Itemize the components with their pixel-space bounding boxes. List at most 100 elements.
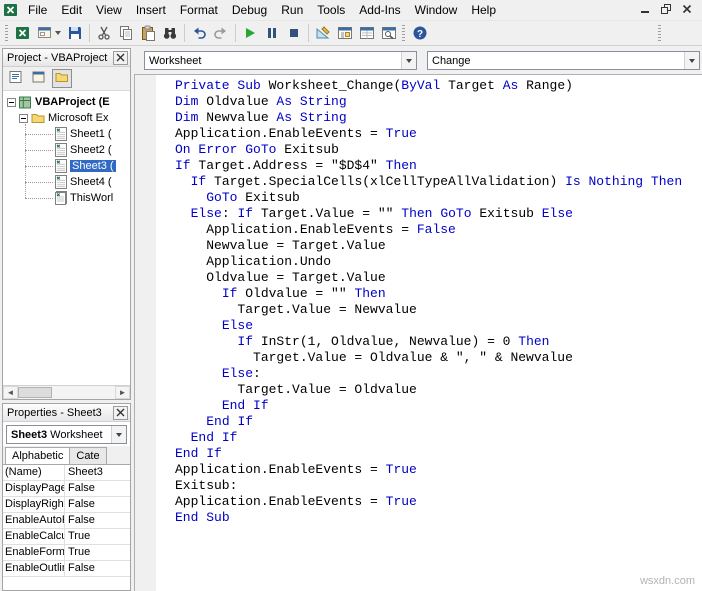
restore-button[interactable]	[660, 3, 672, 16]
menu-insert[interactable]: Insert	[129, 1, 173, 19]
view-code-icon	[9, 70, 23, 87]
property-name[interactable]: EnableOutlin	[3, 561, 65, 576]
property-value[interactable]: False	[65, 497, 130, 512]
insert-userform-button[interactable]	[34, 22, 64, 44]
property-value[interactable]: True	[65, 545, 130, 560]
project-panel-close-button[interactable]	[113, 50, 128, 65]
project-explorer-button[interactable]	[334, 22, 356, 44]
tab-alphabetic[interactable]: Alphabetic	[5, 447, 71, 464]
tree-item-microsoft-excel-objects[interactable]: Microsoft Ex	[3, 110, 130, 126]
dropdown-caret-icon	[55, 31, 61, 35]
properties-panel-close-button[interactable]	[113, 405, 128, 420]
property-row[interactable]: DisplayRight False	[3, 497, 130, 513]
scroll-track[interactable]	[18, 386, 115, 399]
design-mode-icon	[315, 25, 331, 41]
scroll-thumb[interactable]	[18, 387, 52, 398]
menu-tools[interactable]: Tools	[310, 1, 352, 19]
menu-debug[interactable]: Debug	[225, 1, 274, 19]
code-editor[interactable]: Private Sub Worksheet_Change(ByVal Targe…	[134, 74, 702, 591]
properties-panel-title: Properties - Sheet3	[7, 406, 102, 419]
copy-button[interactable]	[115, 22, 137, 44]
menu-view[interactable]: View	[89, 1, 129, 19]
help-button[interactable]: ?	[409, 22, 431, 44]
tree-item-sheet4[interactable]: Sheet4 (	[3, 174, 130, 190]
properties-panel-header: Properties - Sheet3	[3, 404, 130, 422]
code-text[interactable]: Private Sub Worksheet_Change(ByVal Targe…	[156, 78, 702, 591]
menu-edit[interactable]: Edit	[54, 1, 89, 19]
code-line: Target.Value = Oldvalue	[175, 382, 417, 397]
paste-button[interactable]	[137, 22, 159, 44]
menu-format[interactable]: Format	[173, 1, 225, 19]
property-name[interactable]: (Name)	[3, 465, 65, 480]
code-line: Else	[221, 318, 254, 333]
tree-item-label: Sheet1 (	[70, 128, 112, 140]
toggle-folders-button[interactable]	[52, 69, 72, 88]
scroll-right-button[interactable]: ►	[115, 386, 130, 399]
close-button[interactable]	[681, 4, 693, 16]
worksheet-icon	[55, 127, 67, 141]
reset-button[interactable]	[283, 22, 305, 44]
design-mode-button[interactable]	[312, 22, 334, 44]
property-row[interactable]: EnableForm True	[3, 545, 130, 561]
property-value[interactable]: False	[65, 513, 130, 528]
project-horizontal-scrollbar: ◄ ►	[3, 385, 130, 399]
menu-file[interactable]: File	[21, 1, 54, 19]
save-button[interactable]	[64, 22, 86, 44]
scroll-left-button[interactable]: ◄	[3, 386, 18, 399]
menu-window[interactable]: Window	[408, 1, 465, 19]
tree-item-sheet2[interactable]: Sheet2 (	[3, 142, 130, 158]
object-selector-dropdown[interactable]: Sheet3 Worksheet	[6, 425, 127, 444]
code-line: Else:	[221, 366, 261, 381]
procedure-dropdown[interactable]: Change	[427, 51, 700, 70]
cut-button[interactable]	[93, 22, 115, 44]
minimize-button[interactable]	[639, 4, 651, 16]
property-row[interactable]: EnableOutlin False	[3, 561, 130, 577]
property-name[interactable]: EnableCalcu	[3, 529, 65, 544]
property-value[interactable]: Sheet3	[65, 465, 130, 480]
code-line: Application.Undo	[175, 254, 332, 269]
object-dropdown[interactable]: Worksheet	[144, 51, 417, 70]
property-value[interactable]: False	[65, 481, 130, 496]
property-row[interactable]: (Name) Sheet3	[3, 465, 130, 481]
tree-item-thisworl[interactable]: ThisWorl	[3, 190, 130, 206]
tree-item-sheet3[interactable]: Sheet3 (	[3, 158, 130, 174]
collapse-icon[interactable]	[7, 97, 16, 107]
code-line: If Target.SpecialCells(xlCellTypeAllVali…	[190, 174, 683, 189]
code-line: If InStr(1, Oldvalue, Newvalue) = 0 Then	[237, 334, 550, 349]
object-browser-button[interactable]	[378, 22, 400, 44]
view-code-button[interactable]	[6, 69, 26, 88]
find-button[interactable]	[159, 22, 181, 44]
tree-item-vbaproject[interactable]: VBAProject (E	[3, 94, 130, 110]
tree-item-label: Microsoft Ex	[48, 112, 109, 124]
open-folder-icon	[31, 112, 45, 124]
redo-button[interactable]	[210, 22, 232, 44]
excel-button[interactable]	[12, 22, 34, 44]
property-name[interactable]: DisplayRight	[3, 497, 65, 512]
property-name[interactable]: EnableAutoF	[3, 513, 65, 528]
breakpoint-margin[interactable]	[135, 75, 156, 591]
toolbar-separator	[235, 24, 236, 42]
collapse-icon[interactable]	[19, 113, 28, 123]
property-value[interactable]: False	[65, 561, 130, 576]
property-row[interactable]: EnableCalcu True	[3, 529, 130, 545]
undo-button[interactable]	[188, 22, 210, 44]
property-row[interactable]: DisplayPage False	[3, 481, 130, 497]
property-row[interactable]: EnableAutoF False	[3, 513, 130, 529]
tree-item-label: Sheet3 (	[70, 160, 116, 172]
cut-icon	[96, 25, 112, 41]
menu-run[interactable]: Run	[274, 1, 310, 19]
excel-workbook-icon[interactable]	[3, 2, 19, 18]
tab-categorized[interactable]: Cate	[69, 447, 107, 464]
run-button[interactable]	[239, 22, 261, 44]
property-value[interactable]: True	[65, 529, 130, 544]
properties-window-button[interactable]	[356, 22, 378, 44]
code-line: Application.EnableEvents = False	[175, 222, 456, 237]
menu-add-ins[interactable]: Add-Ins	[352, 1, 407, 19]
break-button[interactable]	[261, 22, 283, 44]
properties-tabs: Alphabetic Cate	[3, 446, 130, 465]
property-name[interactable]: EnableForm	[3, 545, 65, 560]
property-name[interactable]: DisplayPage	[3, 481, 65, 496]
menu-help[interactable]: Help	[464, 1, 503, 19]
tree-item-sheet1[interactable]: Sheet1 (	[3, 126, 130, 142]
view-object-button[interactable]	[29, 69, 49, 88]
